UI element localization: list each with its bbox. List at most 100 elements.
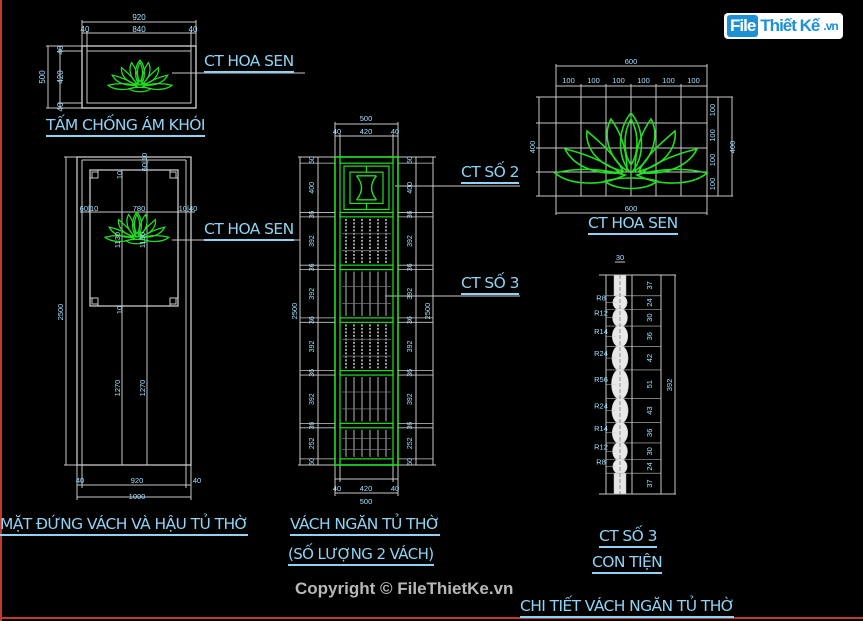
partition-seg-dim-left: 50	[309, 156, 316, 164]
partition-drawing	[300, 156, 433, 466]
partition-seg-dim-right: 392	[407, 341, 414, 353]
label-con-tien: CON TIỆN	[592, 553, 663, 574]
partition-rail	[339, 422, 394, 429]
dim-840: 840	[132, 25, 146, 34]
baluster-radius-label: R8	[596, 457, 606, 466]
partition-seg-dim-left: 392	[309, 341, 316, 353]
dim-30: 30	[616, 253, 624, 262]
baluster-seg-dim: 30	[645, 314, 654, 322]
partition-seg-dim-right: 36	[407, 316, 414, 324]
label-partition-qty: (SỐ LƯỢNG 2 VÁCH)	[288, 545, 434, 566]
partition-seg-dim-right: 50	[407, 156, 414, 164]
dim-2500-right: 2500	[423, 303, 432, 320]
dim-40-tr: 40	[391, 127, 399, 136]
dim-420: 420	[56, 70, 65, 84]
dim-600-top: 600	[625, 57, 638, 66]
label-elevation: MẶT ĐỨNG VÁCH VÀ HẬU TỦ THỜ	[0, 515, 249, 536]
site-logo[interactable]: File Thiết Kế .vn	[724, 12, 843, 40]
baluster-radius-label: R14	[594, 424, 608, 433]
baluster-radius-label: R14	[594, 327, 608, 336]
dim-40-bl: 40	[76, 476, 84, 485]
logo-tld-text: .vn	[823, 19, 838, 33]
lotus-col-dim: 100	[562, 76, 575, 85]
baluster-seg-dim: 30	[645, 447, 654, 455]
partition-seg-dim-right: 252	[407, 437, 414, 449]
label-ct-so-2: CT SỐ 2	[461, 163, 519, 184]
ornament-inner	[349, 171, 384, 205]
partition-seg-dim-left: 36	[309, 369, 316, 377]
partition-seg-dim-right: 392	[407, 393, 414, 405]
dim-top: 60|10	[140, 153, 149, 172]
dim-1000: 1000	[129, 492, 146, 501]
baluster-radius-label: R56	[594, 375, 608, 384]
elevation-dims-text: 60|10 60|10 780 10|40 1130 1130 10 10 12…	[56, 153, 201, 501]
baluster-dims-lines	[599, 261, 676, 495]
baluster-radius-label: R8	[596, 294, 606, 303]
baluster-radius-label: R24	[594, 402, 608, 411]
baluster-seg-dim: 36	[645, 429, 654, 437]
dim-400-left: 400	[528, 141, 537, 154]
partition-seg-dim-right: 50	[407, 458, 414, 466]
smoke-panel-lotus	[107, 59, 173, 93]
partition-seg-dim-left: 392	[309, 288, 316, 300]
dim-40-bottom: 40	[56, 102, 65, 111]
logo-file-text: File	[727, 15, 759, 37]
dim-40-right: 40	[189, 25, 198, 34]
cad-drawing-canvas: 920 40 840 40 500 40 420 40 60|10 60|10 …	[0, 0, 863, 621]
partition-seg-dim-left: 36	[309, 422, 316, 430]
label-ct-so-3: CT SỐ 3	[599, 527, 657, 548]
dim-420-top: 420	[360, 127, 373, 136]
partition-seg-dim-left: 252	[309, 437, 316, 449]
partition-seg-dim-right: 400	[407, 182, 414, 194]
label-sheet-title: CHI TIẾT VÁCH NGĂN TỦ THỜ	[520, 597, 735, 618]
dim-40-bl: 40	[333, 484, 341, 493]
dim-right: 10|40	[179, 204, 198, 213]
dim-10-top: 10	[115, 171, 124, 179]
ornament-x-motif	[355, 175, 378, 201]
partition-seg-dim-right: 392	[407, 288, 414, 300]
lotus-row-dim: 100	[708, 154, 717, 167]
baluster-seg-dim: 43	[645, 406, 654, 414]
logo-thietke-text: Thiết Kế	[760, 16, 820, 35]
dim-40-top: 40	[56, 45, 65, 54]
label-ct-hoa-sen-top: CT HOA SEN	[204, 52, 294, 73]
lotus-detail-dims: 600 600 400 400 100 100 100 100 100 100 100 100…	[528, 57, 737, 213]
partition-rail	[339, 211, 394, 218]
dim-400-right: 400	[728, 141, 737, 154]
label-ct-hoa-sen-detail: CT HOA SEN	[588, 214, 678, 235]
partition-seg-dim-left: 50	[309, 458, 316, 466]
dim-40-left: 40	[81, 25, 90, 34]
lotus-row-dim: 100	[708, 104, 717, 117]
label-ct-so-3-callout: CT SỐ 3	[461, 274, 519, 295]
dim-40-tl: 40	[333, 127, 341, 136]
label-ct-hoa-sen-mid: CT HOA SEN	[204, 220, 294, 241]
dim-500: 500	[38, 70, 47, 84]
dim-600-bottom: 600	[625, 204, 638, 213]
lotus-col-dim: 100	[662, 76, 675, 85]
baluster-seg-dim: 24	[645, 298, 654, 306]
partition-seg-dim-right: 36	[407, 422, 414, 430]
baluster-seg-dim: 37	[645, 281, 654, 289]
partition-seg-dim-left: 392	[309, 235, 316, 247]
partition-seg-dim-left: 36	[309, 263, 316, 271]
dim-1270-a: 1270	[113, 380, 122, 397]
partition-rail	[339, 458, 394, 466]
dim-500-top: 500	[360, 114, 373, 123]
partition-seg-dim-right: 36	[407, 211, 414, 219]
dim-920: 920	[132, 13, 146, 22]
dim-1270-b: 1270	[138, 380, 147, 397]
partition-rail	[339, 156, 394, 164]
partition-seg-dim-left: 392	[309, 393, 316, 405]
lotus-col-dim: 100	[637, 76, 650, 85]
dim-500-bottom: 500	[360, 497, 373, 506]
partition-rail	[339, 317, 394, 323]
partition-seg-dim-right: 392	[407, 235, 414, 247]
dim-40-br: 40	[193, 476, 201, 485]
baluster-seg-dim: 51	[645, 380, 654, 388]
lotus-row-dim: 100	[708, 178, 717, 191]
lotus-detail-grid	[536, 64, 733, 215]
dim-780: 780	[133, 204, 146, 213]
logo-badge: File Thiết Kế .vn	[724, 13, 843, 39]
dim-left: 60|10	[80, 204, 99, 213]
baluster-seg-dim: 36	[645, 332, 654, 340]
